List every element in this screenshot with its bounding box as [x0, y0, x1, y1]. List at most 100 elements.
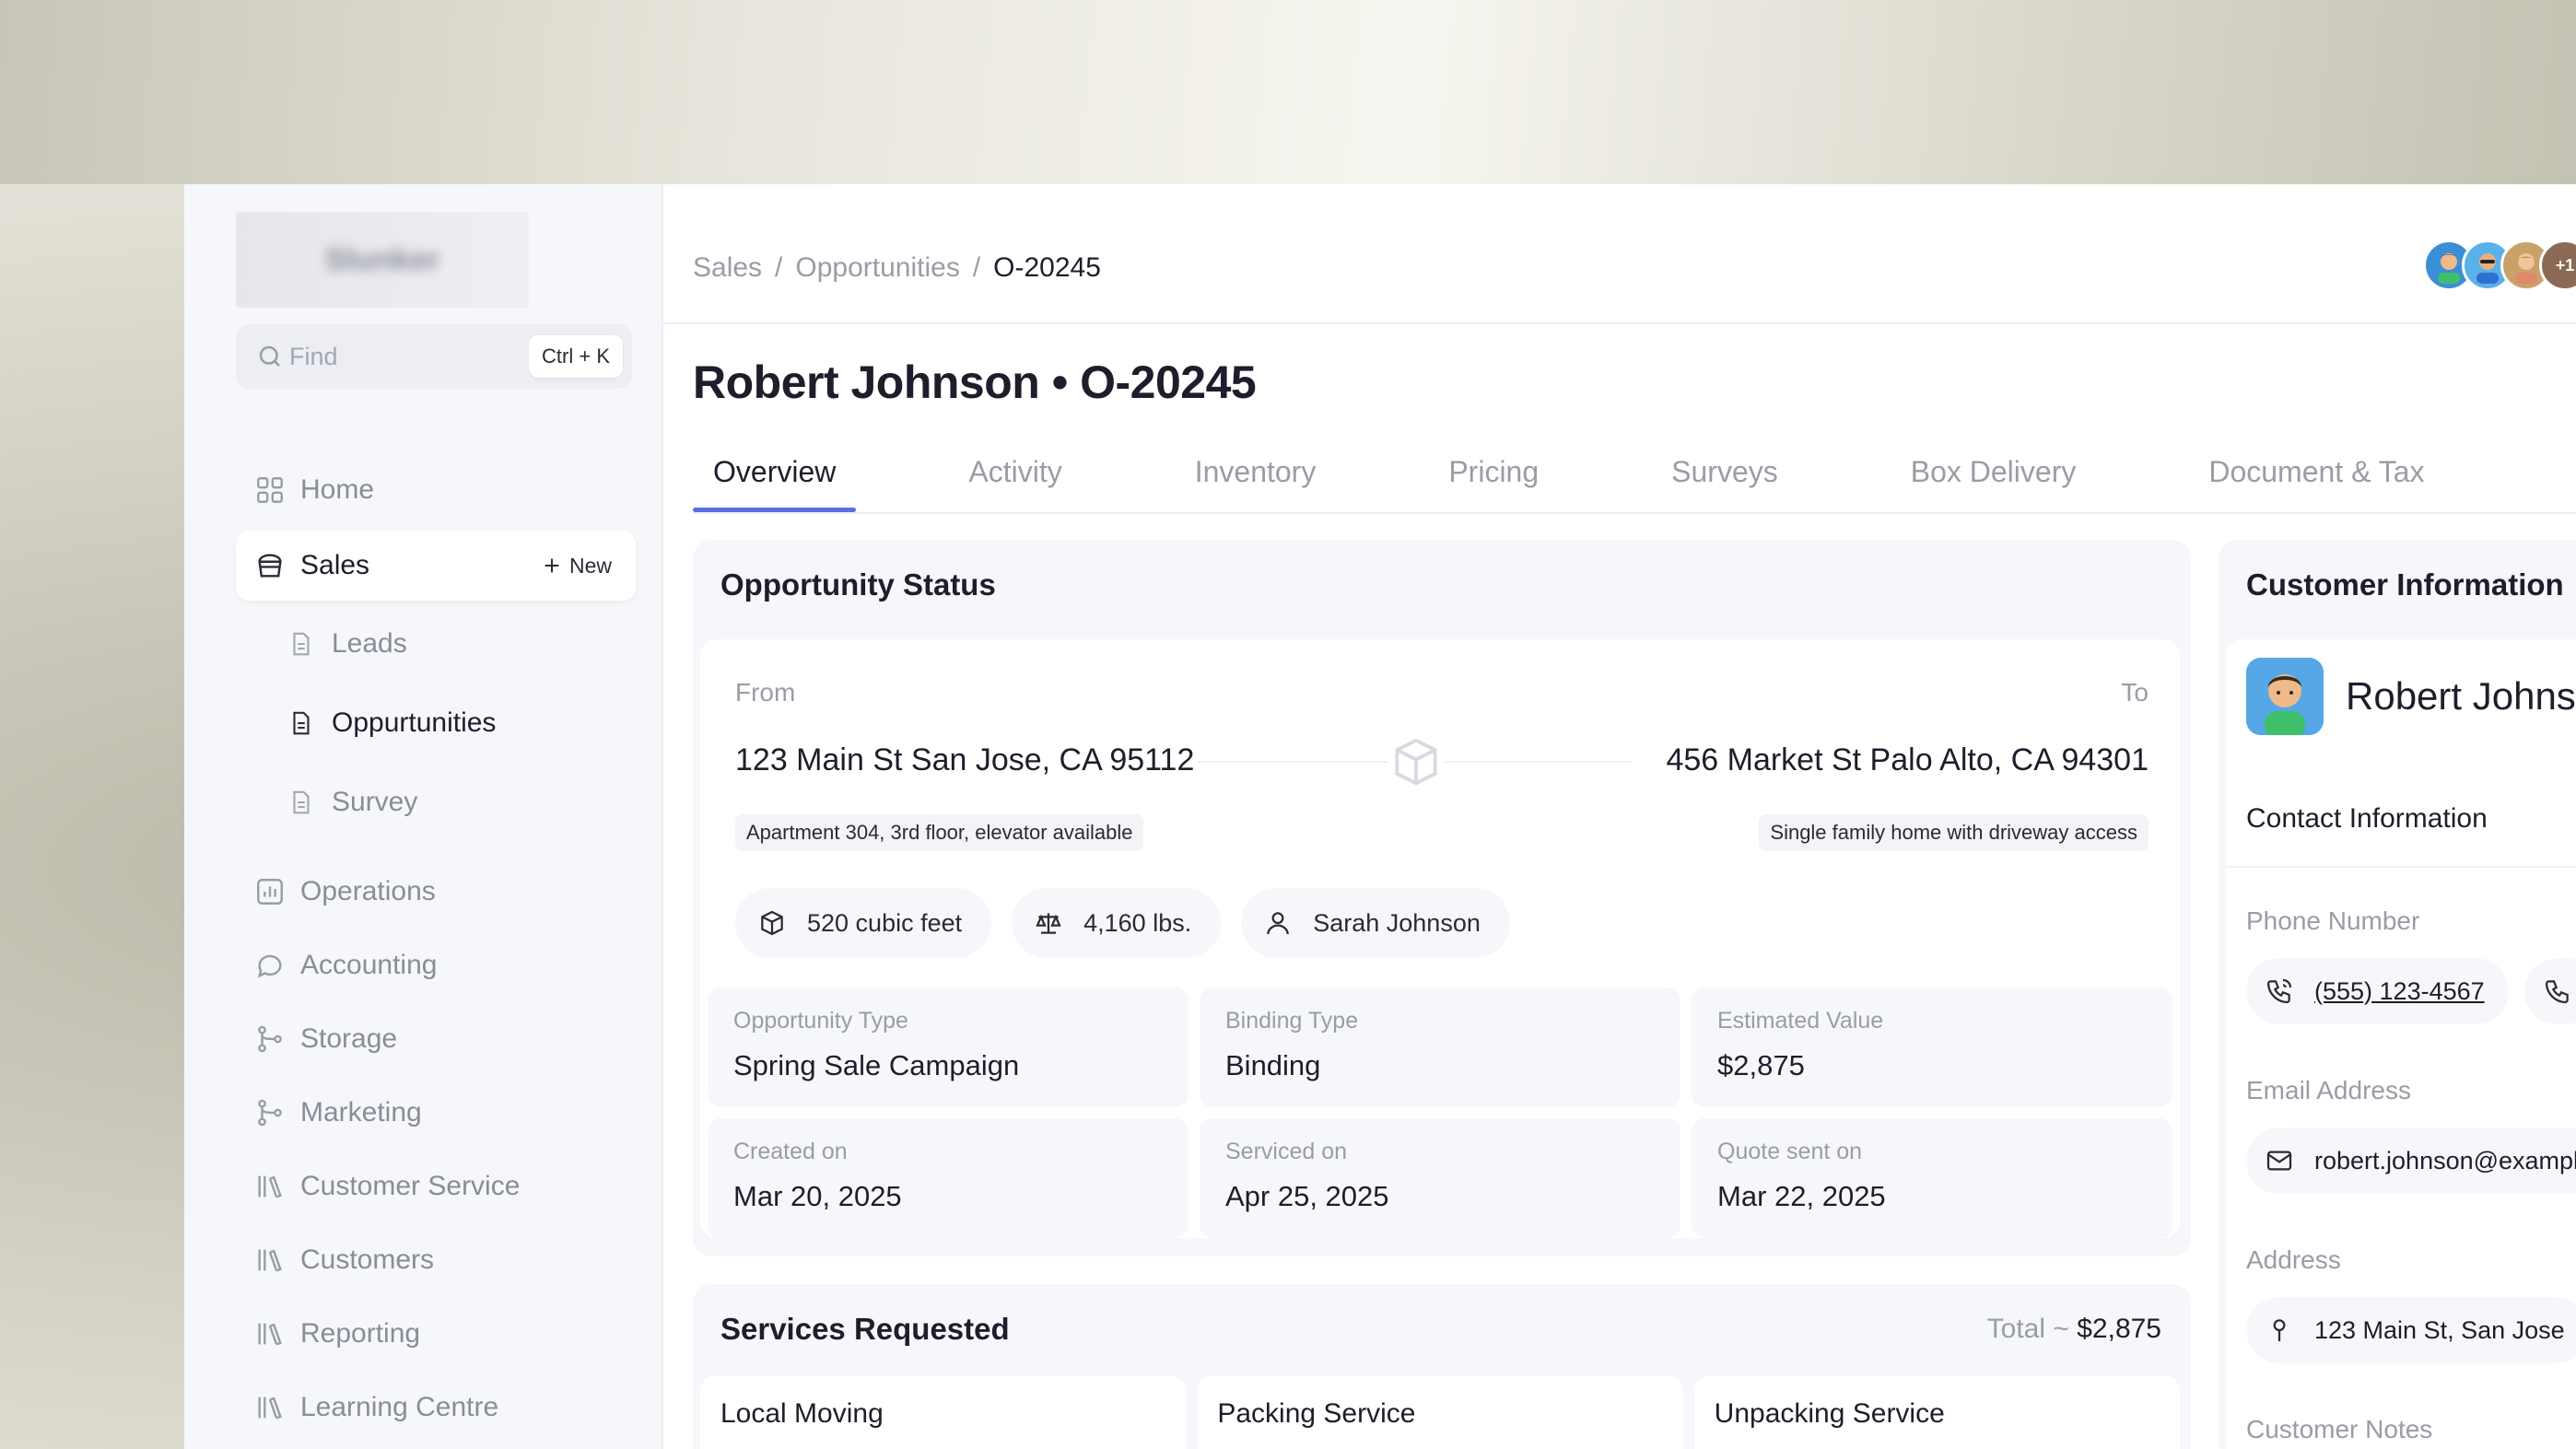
detail-value: Binding [1225, 1049, 1321, 1081]
detail-key: Opportunity Type [733, 1008, 908, 1034]
nav-subitem-opportunities[interactable]: Oppurtunities [236, 684, 636, 763]
phone-icon [2266, 978, 2292, 1004]
nav-label-customer-service: Customer Service [300, 1171, 521, 1201]
nav-item-marketing[interactable]: Marketing [236, 1076, 636, 1150]
chat-icon [257, 954, 282, 978]
library-icon [258, 1323, 282, 1346]
to-note: Single family home with driveway access [1759, 814, 2149, 851]
detail-value: Apr 25, 2025 [1225, 1180, 1389, 1212]
subitem-label-survey: Survey [332, 787, 418, 817]
tabs-divider [693, 512, 2576, 514]
volume-value: 520 cubic feet [807, 908, 963, 937]
top-bar: Sales / Opportunities / O-20245 +1 [663, 184, 2576, 324]
detail-key: Binding Type [1225, 1008, 1359, 1034]
total-label: Total ~ [1986, 1314, 2069, 1344]
detail-serviced-on: Serviced on Apr 25, 2025 [1200, 1118, 1680, 1238]
nav-item-sales[interactable]: Sales New [236, 531, 636, 601]
nav-label-customers: Customers [300, 1245, 435, 1275]
tab-surveys[interactable]: Surveys [1651, 435, 1798, 512]
nav-item-storage[interactable]: Storage [236, 1002, 636, 1076]
grid-icon [257, 477, 283, 503]
detail-key: Created on [733, 1139, 848, 1164]
avatar-more-count: +1 [2555, 255, 2575, 275]
customer-info-title: Customer Information [2246, 567, 2564, 602]
tab-document-tax[interactable]: Document & Tax [2188, 435, 2444, 512]
nav-label-learning-centre: Learning Centre [300, 1392, 499, 1422]
volume-chip: 520 cubic feet [735, 888, 992, 958]
from-label: From [735, 678, 796, 707]
nav-subitem-survey[interactable]: Survey [236, 763, 636, 842]
service-unpacking[interactable]: Unpacking Service [1693, 1376, 2180, 1449]
document-icon [293, 711, 310, 735]
plus-icon [544, 558, 559, 573]
nav-subitem-leads[interactable]: Leads [236, 604, 636, 684]
sidebar: Slunker Find Ctrl + K Home Sales New Lea… [184, 184, 663, 1449]
document-icon [293, 790, 310, 814]
address-field[interactable]: 123 Main St, San Jose [2246, 1297, 2576, 1363]
details-grid: Opportunity Type Spring Sale Campaign Bi… [708, 987, 2172, 1238]
library-icon [258, 1396, 282, 1420]
tab-activity[interactable]: Activity [948, 435, 1082, 512]
pin-icon [2273, 1319, 2286, 1341]
customer-name: Robert Johnson [2346, 674, 2576, 718]
tab-bar: Overview Activity Inventory Pricing Surv… [693, 435, 2537, 512]
phone-label: Phone Number [2246, 906, 2420, 935]
tab-box-delivery[interactable]: Box Delivery [1891, 435, 2097, 512]
tab-pricing[interactable]: Pricing [1428, 435, 1559, 512]
phone-value[interactable]: (555) 123-4567 [2314, 977, 2485, 1006]
collaborator-avatars[interactable]: +1 [2423, 240, 2576, 291]
detail-value: $2,875 [1717, 1049, 1805, 1081]
nav-item-operations[interactable]: Operations [236, 855, 636, 929]
route-panel: From To 123 Main St San Jose, CA 95112 4… [700, 639, 2180, 1238]
subitem-label-leads: Leads [332, 628, 407, 659]
detail-estimated-value: Estimated Value $2,875 [1692, 987, 2172, 1107]
subitem-label-opportunities: Oppurtunities [332, 707, 497, 738]
tab-inventory[interactable]: Inventory [1175, 435, 1337, 512]
email-value: robert.johnson@example.com [2314, 1146, 2576, 1174]
call-button[interactable] [2524, 958, 2576, 1024]
nav-label-marketing: Marketing [300, 1097, 422, 1128]
agent-name: Sarah Johnson [1313, 908, 1481, 937]
breadcrumb-opportunities[interactable]: Opportunities [795, 252, 959, 284]
nav-item-customer-service[interactable]: Customer Service [236, 1150, 636, 1223]
new-sale-button[interactable]: New [527, 546, 626, 586]
detail-value: Spring Sale Campaign [733, 1049, 1020, 1081]
nav-item-accounting[interactable]: Accounting [236, 929, 636, 1002]
scale-icon [1036, 913, 1061, 934]
breadcrumb-current: O-20245 [993, 252, 1101, 283]
breadcrumb-separator: / [972, 252, 981, 283]
search-bar[interactable]: Find Ctrl + K [236, 324, 632, 389]
service-packing[interactable]: Packing Service [1197, 1376, 1683, 1449]
nav-label-operations: Operations [300, 876, 436, 906]
branch-icon [258, 1099, 282, 1127]
service-local-moving[interactable]: Local Moving [700, 1376, 1187, 1449]
breadcrumb-separator: / [775, 252, 783, 283]
detail-binding-type: Binding Type Binding [1200, 987, 1680, 1107]
detail-key: Estimated Value [1717, 1008, 1884, 1034]
nav-item-home[interactable]: Home [236, 453, 636, 527]
breadcrumb-sales[interactable]: Sales [693, 252, 762, 284]
email-label: Email Address [2246, 1076, 2411, 1104]
nav-item-customers[interactable]: Customers [236, 1223, 636, 1297]
nav-item-reporting[interactable]: Reporting [236, 1297, 636, 1371]
opportunity-status-card: Opportunity Status From To 123 Main St S… [693, 540, 2191, 1256]
main-nav: Home Sales New Leads Oppurtunities Surve… [236, 453, 636, 1444]
tab-overview[interactable]: Overview [693, 435, 857, 512]
chart-icon [257, 879, 283, 905]
nav-label-sales: Sales [300, 550, 370, 580]
phone-field[interactable]: (555) 123-4567 [2246, 958, 2509, 1024]
nav-item-learning-centre[interactable]: Learning Centre [236, 1371, 636, 1444]
nav-label-storage: Storage [300, 1023, 398, 1054]
services-list: Local Moving Packing Service Unpacking S… [700, 1376, 2180, 1449]
mail-icon [2266, 1151, 2292, 1171]
agent-chip[interactable]: Sarah Johnson [1241, 888, 1510, 958]
brand-logo[interactable]: Slunker [236, 212, 529, 308]
email-field[interactable]: robert.johnson@example.com [2246, 1128, 2576, 1194]
detail-value: Mar 22, 2025 [1717, 1180, 1886, 1212]
breadcrumb: Sales / Opportunities / O-20245 [693, 252, 1101, 284]
detail-key: Quote sent on [1717, 1139, 1863, 1164]
search-input[interactable]: Find [289, 343, 529, 371]
customer-notes-label: Customer Notes [2246, 1415, 2433, 1443]
opportunity-status-title: Opportunity Status [720, 567, 996, 602]
to-label: To [2121, 678, 2149, 707]
